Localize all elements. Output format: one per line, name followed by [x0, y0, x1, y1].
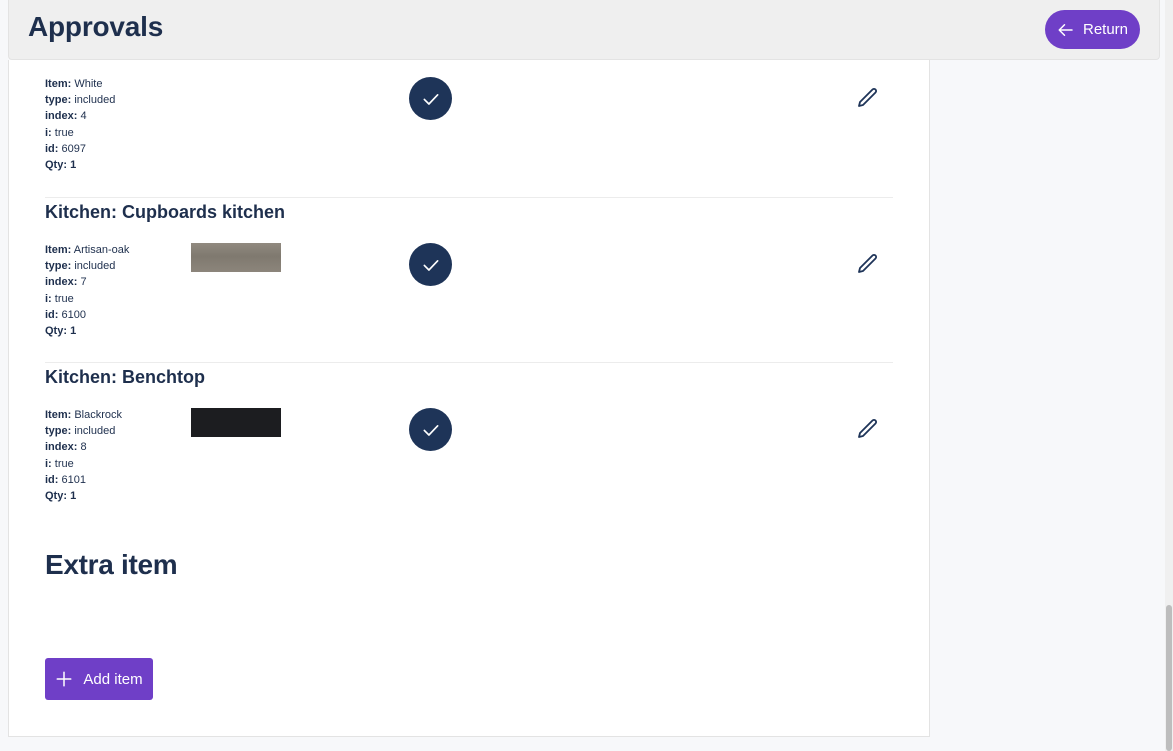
type-label: type:: [45, 425, 72, 438]
section-benchtop: Kitchen: Benchtop: [45, 367, 893, 388]
id-value: 6097: [61, 142, 86, 155]
i-label: i:: [45, 292, 52, 305]
approve-button[interactable]: [409, 77, 452, 120]
return-button[interactable]: Return: [1045, 10, 1140, 49]
index-label: index:: [45, 110, 78, 123]
scrollbar-thumb[interactable]: [1166, 605, 1172, 751]
material-swatch: [191, 408, 281, 437]
page-title: Approvals: [28, 11, 164, 42]
qty-label: Qty:: [45, 325, 67, 338]
item-value: Artisan-oak: [73, 244, 130, 256]
add-item-label: Add item: [83, 670, 143, 688]
id-value: 6100: [61, 308, 86, 321]
i-label: i:: [45, 457, 52, 470]
item-details: Item: Artisan-oak type: included index: …: [45, 242, 129, 339]
id-value: 6101: [61, 473, 86, 486]
item-value: Blackrock: [74, 409, 123, 421]
index-value: 8: [80, 441, 87, 454]
i-value: true: [54, 457, 74, 470]
item-value: White: [74, 78, 103, 90]
index-label: index:: [45, 441, 78, 454]
type-value: included: [74, 94, 116, 107]
approve-button[interactable]: [409, 243, 452, 286]
extra-item-heading: Extra item: [45, 549, 178, 580]
pencil-icon[interactable]: [856, 86, 880, 110]
arrow-left-icon: [1058, 23, 1073, 36]
qty-label: Qty:: [45, 490, 67, 503]
section-divider: [45, 362, 893, 363]
type-label: type:: [45, 94, 72, 107]
type-value: included: [74, 425, 116, 438]
approval-item: Item: Blackrock type: included index: 8 …: [45, 407, 893, 507]
check-icon: [423, 93, 438, 105]
section-title: Kitchen: Benchtop: [45, 367, 205, 387]
index-value: 7: [80, 276, 87, 289]
item-details: Item: Blackrock type: included index: 8 …: [45, 407, 122, 504]
index-value: 4: [80, 110, 87, 123]
qty-value: 1: [70, 325, 77, 338]
check-icon: [423, 259, 438, 271]
item-label: Item:: [45, 78, 72, 90]
page-header: Approvals Return: [8, 0, 1160, 60]
i-value: true: [54, 126, 74, 139]
type-label: type:: [45, 260, 72, 273]
qty-value: 1: [70, 490, 77, 503]
qty-label: Qty:: [45, 159, 67, 172]
item-details: Item: White type: included index: 4 i: t…: [45, 76, 115, 173]
id-label: id:: [45, 473, 59, 486]
approve-button[interactable]: [409, 408, 452, 451]
id-label: id:: [45, 308, 59, 321]
section-title: Kitchen: Cupboards kitchen: [45, 202, 286, 222]
qty-value: 1: [70, 159, 77, 172]
pencil-icon[interactable]: [856, 417, 880, 441]
approval-item: Item: Artisan-oak type: included index: …: [45, 242, 893, 342]
section-cupboards: Kitchen: Cupboards kitchen: [45, 202, 893, 223]
section-divider: [45, 197, 893, 198]
item-label: Item:: [45, 244, 72, 256]
id-label: id:: [45, 142, 59, 155]
material-swatch: [191, 243, 281, 272]
approvals-panel: Item: White type: included index: 4 i: t…: [8, 60, 930, 737]
return-button-label: Return: [1082, 21, 1129, 38]
i-label: i:: [45, 126, 52, 139]
i-value: true: [54, 292, 74, 305]
check-icon: [423, 424, 438, 436]
item-label: Item:: [45, 409, 72, 421]
page-scrollbar[interactable]: [1165, 0, 1173, 751]
plus-icon: [56, 671, 72, 687]
add-item-button[interactable]: Add item: [45, 658, 153, 700]
approval-item: Item: White type: included index: 4 i: t…: [45, 76, 893, 176]
index-label: index:: [45, 276, 78, 289]
type-value: included: [74, 260, 116, 273]
pencil-icon[interactable]: [856, 252, 880, 276]
